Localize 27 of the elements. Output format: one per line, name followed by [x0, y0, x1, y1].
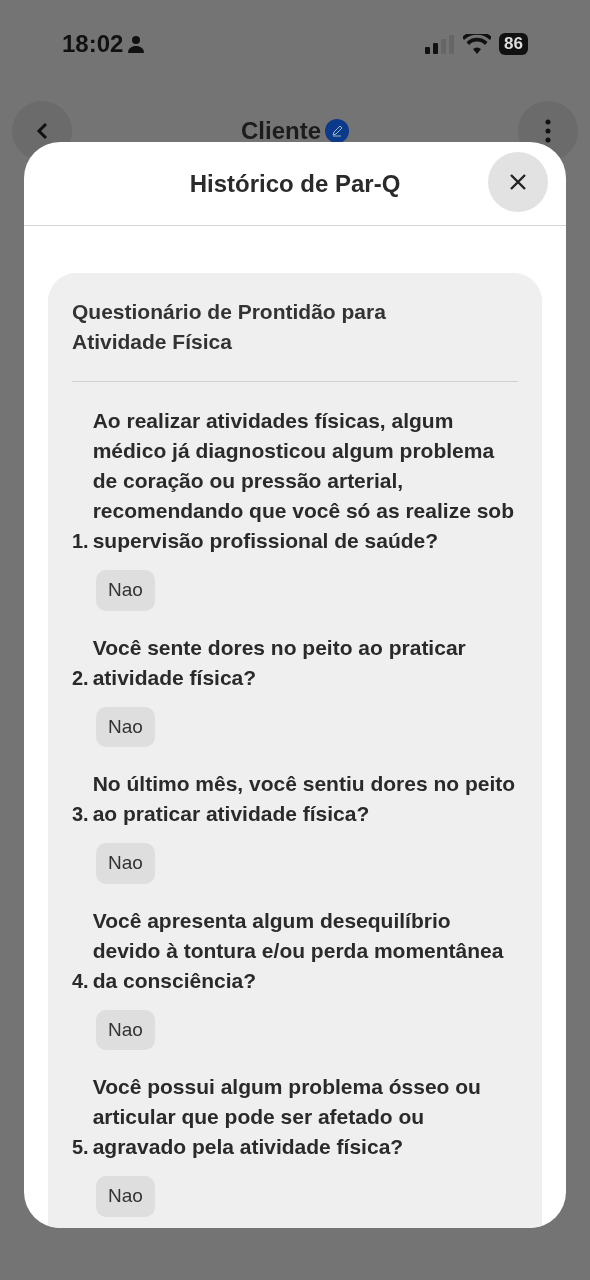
question-text: Ao realizar atividades físicas, algum médico já diagnosticou algum problema de coração ou pressão arterial, recomendando que você só as realize sob supervisão profissional de saúde?	[92, 408, 515, 554]
question-text: No último mês, você sentiu dores no peito ao praticar atividade física?	[92, 771, 517, 827]
battery-indicator: 86	[499, 33, 528, 55]
question-number: 4.	[72, 968, 89, 994]
question-text: Você possui algum problema ósseo ou articular que pode ser afetado ou agravado pela atividade física?	[92, 1074, 482, 1160]
card-title: Questionário de Prontidão para Atividade Física	[72, 297, 518, 382]
wifi-icon	[463, 34, 492, 54]
chevron-left-icon	[36, 122, 48, 140]
answer-chip: Nao	[96, 843, 155, 884]
page-title: Cliente	[241, 116, 321, 146]
person-icon	[127, 35, 146, 53]
question-number: 2.	[72, 665, 89, 691]
signal-icon	[425, 34, 456, 54]
question-text: Você sente dores no peito ao praticar atividade física?	[92, 634, 467, 691]
edit-icon[interactable]	[325, 119, 349, 143]
question-number: 3.	[72, 802, 89, 827]
close-icon	[509, 173, 527, 191]
question-number: 1.	[72, 529, 89, 554]
answer-chip: Nao	[96, 1176, 155, 1217]
status-time: 18:02	[62, 29, 124, 59]
answer-chip: Nao	[96, 706, 155, 747]
modal-title: Histórico de Par-Q	[189, 168, 401, 199]
question-number: 5.	[72, 1135, 89, 1160]
answer-chip: Nao	[96, 1009, 155, 1050]
more-vertical-icon	[545, 119, 551, 143]
question-text: Você apresenta algum desequilíbrio devido à tontura e/ou perda momentânea da consciência?	[92, 907, 505, 994]
answer-chip: Nao	[96, 570, 155, 611]
